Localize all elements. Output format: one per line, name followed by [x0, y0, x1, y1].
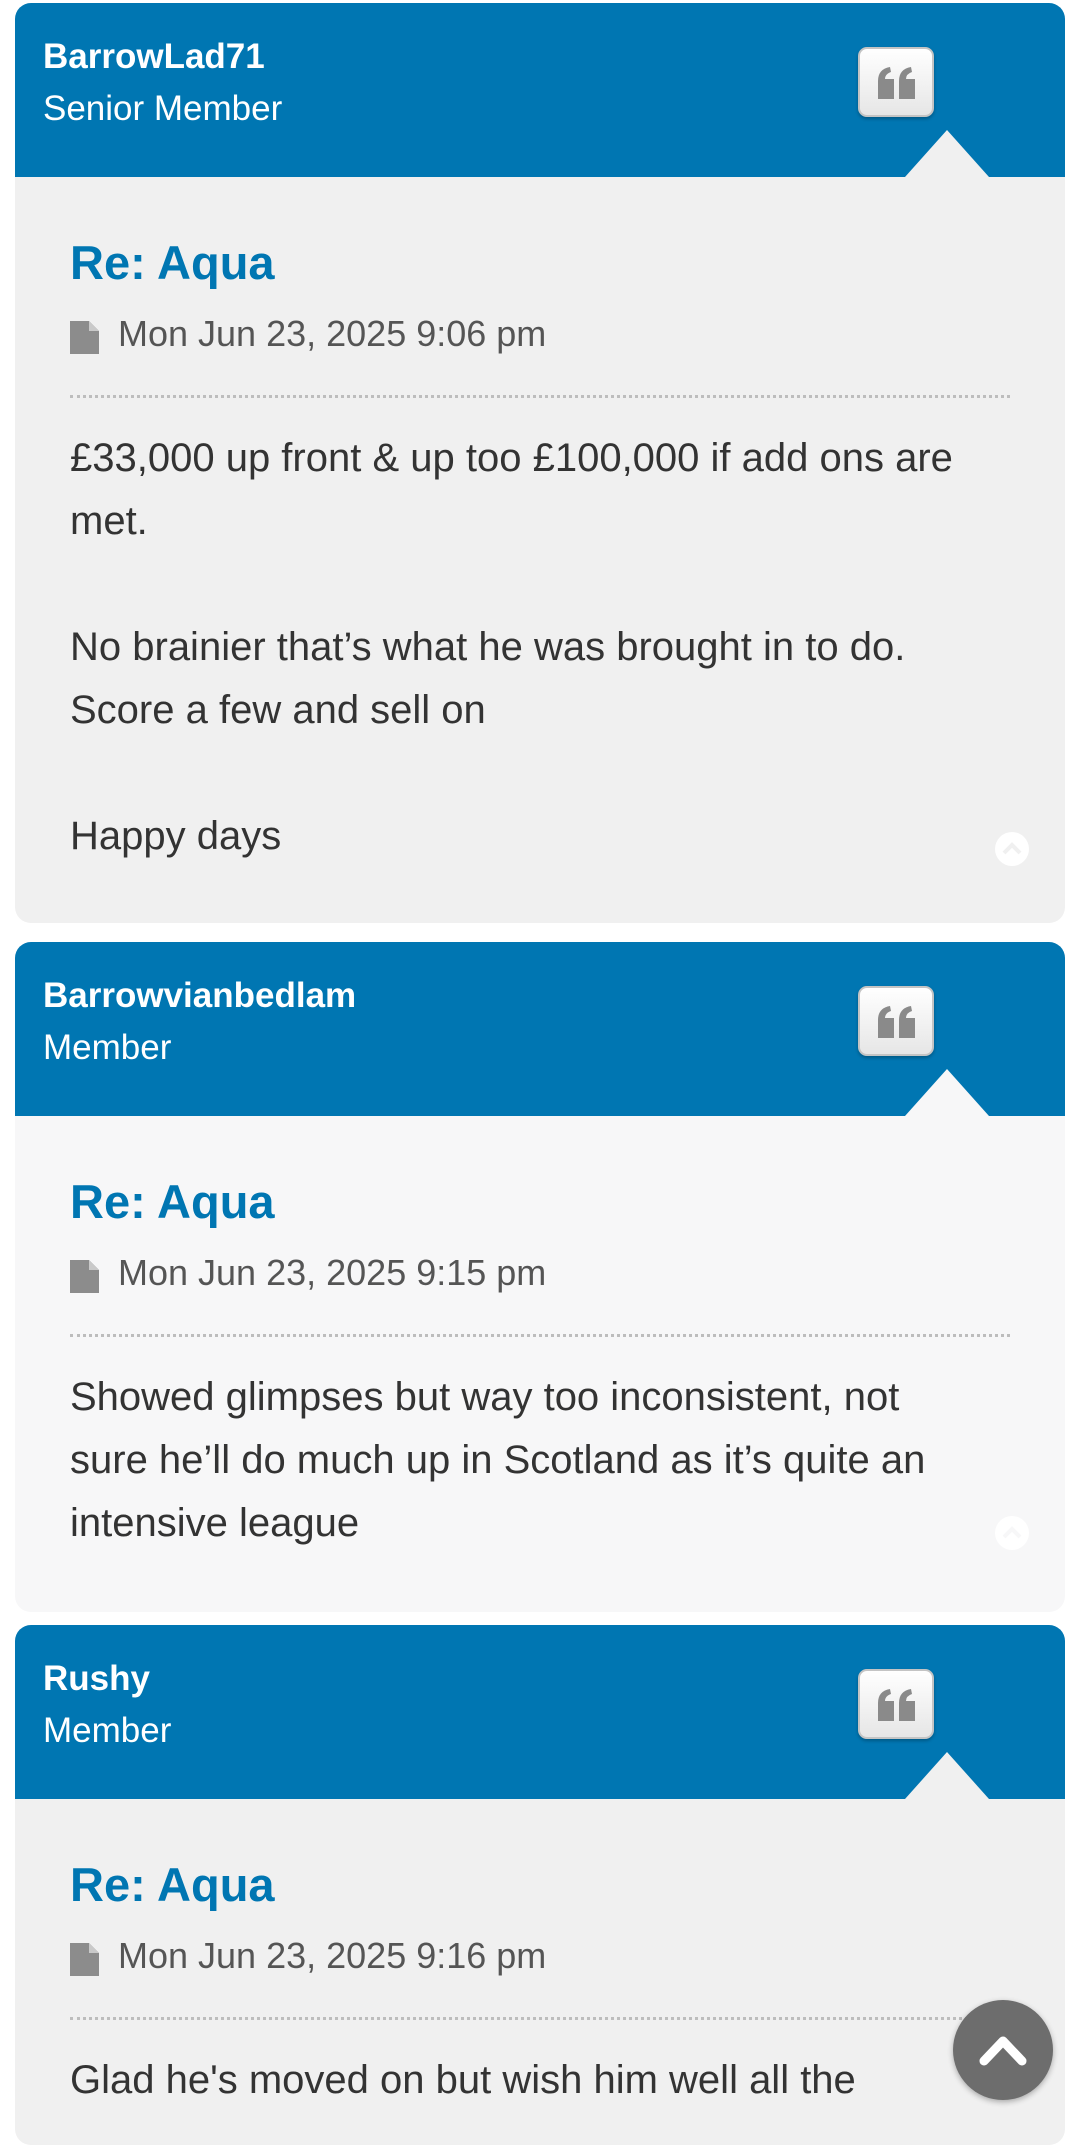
file-icon [70, 1260, 99, 1293]
chevron-up-circle-icon [1002, 842, 1022, 855]
post-author-username[interactable]: Barrowvianbedlam [43, 976, 356, 1016]
post: Barrowvianbedlam Member Re: Aqua Mon Jun… [15, 942, 1065, 1612]
file-icon [70, 1943, 99, 1976]
post-author-header: Rushy Member [15, 1625, 1065, 1799]
post-date[interactable]: Mon Jun 23, 2025 9:16 pm [118, 1935, 546, 1977]
post-text-line: met. [70, 499, 148, 543]
post-text-line: Happy days [70, 814, 282, 858]
post-content: Showed glimpses but way too inconsistent… [70, 1366, 1020, 1555]
chevron-up-circle-icon [1002, 1526, 1022, 1539]
post-content: Glad he's moved on but wish him well all… [70, 2049, 1020, 2112]
post-author-header: BarrowLad71 Senior Member [15, 3, 1065, 177]
quote-button[interactable] [858, 47, 934, 117]
scroll-top-button[interactable] [995, 832, 1029, 866]
divider [70, 2017, 1010, 2020]
post-text-line: intensive league [70, 1501, 360, 1545]
forum-topic-page: BarrowLad71 Senior Member Re: Aqua Mon J… [0, 0, 1080, 2145]
post-text-line: No brainier that’s what he was brought i… [70, 625, 906, 669]
divider [70, 1334, 1010, 1337]
post-body: Re: Aqua Mon Jun 23, 2025 9:15 pm Showed… [15, 1116, 1065, 1612]
post-date[interactable]: Mon Jun 23, 2025 9:06 pm [118, 313, 546, 355]
post-author-username[interactable]: BarrowLad71 [43, 37, 265, 77]
quote-icon [878, 1006, 915, 1038]
quote-icon [878, 67, 915, 99]
post-text-line: Showed glimpses but way too inconsistent… [70, 1375, 900, 1419]
quote-button[interactable] [858, 986, 934, 1056]
file-icon [70, 321, 99, 354]
post-text-line: Glad he's moved on but wish him well all… [70, 2058, 856, 2102]
chevron-up-icon [979, 2036, 1027, 2066]
post-body: Re: Aqua Mon Jun 23, 2025 9:06 pm £33,00… [15, 177, 1065, 923]
post-content: £33,000 up front & up too £100,000 if ad… [70, 427, 1020, 868]
quote-button[interactable] [858, 1669, 934, 1739]
post: BarrowLad71 Senior Member Re: Aqua Mon J… [15, 3, 1065, 923]
post-text-line: £33,000 up front & up too £100,000 if ad… [70, 436, 953, 480]
post-pointer [905, 130, 989, 177]
post: Rushy Member Re: Aqua Mon Jun 23, 2025 9… [15, 1625, 1065, 2145]
post-pointer [905, 1752, 989, 1799]
post-text-line: sure he’ll do much up in Scotland as it’… [70, 1438, 926, 1482]
post-date[interactable]: Mon Jun 23, 2025 9:15 pm [118, 1252, 546, 1294]
post-title[interactable]: Re: Aqua [70, 1857, 275, 1912]
quote-icon [878, 1689, 915, 1721]
post-text-line: Score a few and sell on [70, 688, 486, 732]
scroll-top-button[interactable] [995, 1516, 1029, 1550]
post-pointer [905, 1069, 989, 1116]
post-author-username[interactable]: Rushy [43, 1659, 150, 1699]
post-author-rank: Member [43, 1028, 172, 1067]
post-author-rank: Member [43, 1711, 172, 1750]
post-author-header: Barrowvianbedlam Member [15, 942, 1065, 1116]
post-author-rank: Senior Member [43, 89, 283, 128]
post-body: Re: Aqua Mon Jun 23, 2025 9:16 pm Glad h… [15, 1799, 1065, 2145]
post-title[interactable]: Re: Aqua [70, 235, 275, 290]
post-title[interactable]: Re: Aqua [70, 1174, 275, 1229]
divider [70, 395, 1010, 398]
back-to-top-button[interactable] [953, 2000, 1053, 2100]
